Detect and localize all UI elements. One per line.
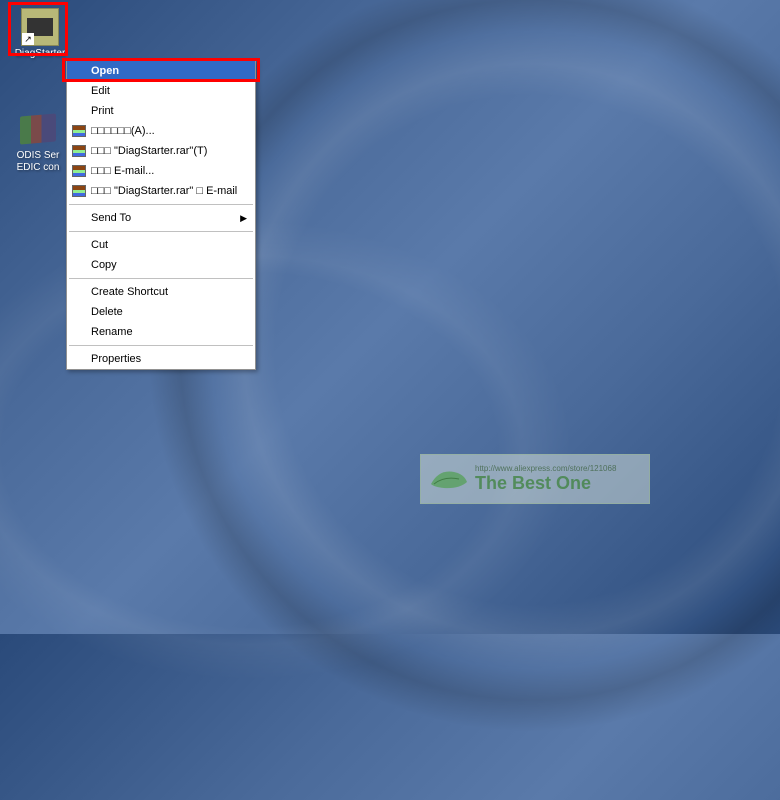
rar-icon	[71, 164, 87, 178]
menu-item-label: □□□ "DiagStarter.rar"(T)	[91, 145, 207, 157]
menu-separator	[69, 204, 253, 205]
menu-item[interactable]: Open	[67, 61, 255, 81]
blank-icon	[71, 258, 87, 272]
menu-item-label: Delete	[91, 306, 123, 318]
menu-item[interactable]: □□□ "DiagStarter.rar"(T)	[67, 141, 255, 161]
watermark-brand: The Best One	[475, 473, 616, 494]
menu-item-label: □□□□□□(A)...	[91, 125, 155, 137]
menu-item-label: Open	[91, 65, 119, 77]
menu-item[interactable]: Send To ▶	[67, 208, 255, 228]
menu-item[interactable]: Copy	[67, 255, 255, 275]
blank-icon	[71, 84, 87, 98]
rar-icon	[71, 144, 87, 158]
rar-icon	[71, 124, 87, 138]
menu-item-label: Properties	[91, 353, 141, 365]
menu-item-label: Rename	[91, 326, 133, 338]
desktop-icon-diagstarter[interactable]: ↗ DiagStarter	[14, 8, 66, 60]
menu-item-label: □□□ "DiagStarter.rar" □ E-mail	[91, 185, 237, 197]
menu-item-label: Create Shortcut	[91, 286, 168, 298]
blank-icon	[71, 325, 87, 339]
menu-item[interactable]: □□□□□□(A)...	[67, 121, 255, 141]
odis-icon	[19, 110, 57, 148]
menu-separator	[69, 231, 253, 232]
menu-item[interactable]: Create Shortcut	[67, 282, 255, 302]
menu-item-label: Cut	[91, 239, 108, 251]
menu-item[interactable]: □□□ E-mail...	[67, 161, 255, 181]
menu-separator	[69, 345, 253, 346]
watermark-badge: http://www.aliexpress.com/store/121068 T…	[420, 454, 650, 504]
menu-item-label: Edit	[91, 85, 110, 97]
menu-item[interactable]: Cut	[67, 235, 255, 255]
blank-icon	[71, 211, 87, 225]
blank-icon	[71, 352, 87, 366]
menu-item[interactable]: Properties	[67, 349, 255, 369]
menu-item-label: Print	[91, 105, 114, 117]
menu-item[interactable]: □□□ "DiagStarter.rar" □ E-mail	[67, 181, 255, 201]
context-menu: Open Edit Print □□□□□□(A)... □□□ "DiagStarte…	[66, 60, 256, 370]
menu-item[interactable]: Print	[67, 101, 255, 121]
menu-item[interactable]: Edit	[67, 81, 255, 101]
blank-icon	[71, 305, 87, 319]
menu-item[interactable]: Delete	[67, 302, 255, 322]
blank-icon	[71, 238, 87, 252]
menu-item-label: Send To	[91, 212, 131, 224]
leaf-icon	[429, 464, 469, 494]
diagstarter-icon: ↗	[21, 8, 59, 46]
desktop-icon-label: DiagStarter	[14, 48, 66, 60]
watermark-url: http://www.aliexpress.com/store/121068	[475, 464, 616, 473]
submenu-arrow-icon: ▶	[240, 213, 247, 224]
rar-icon	[71, 184, 87, 198]
menu-item-label: Copy	[91, 259, 117, 271]
menu-item-label: □□□ E-mail...	[91, 165, 154, 177]
menu-item[interactable]: Rename	[67, 322, 255, 342]
shortcut-arrow-icon: ↗	[22, 33, 34, 45]
menu-separator	[69, 278, 253, 279]
desktop-icon-odis[interactable]: ODIS Ser EDIC con	[12, 110, 64, 174]
blank-icon	[71, 64, 87, 78]
desktop-icon-label: ODIS Ser EDIC con	[12, 150, 64, 174]
blank-icon	[71, 285, 87, 299]
blank-icon	[71, 104, 87, 118]
